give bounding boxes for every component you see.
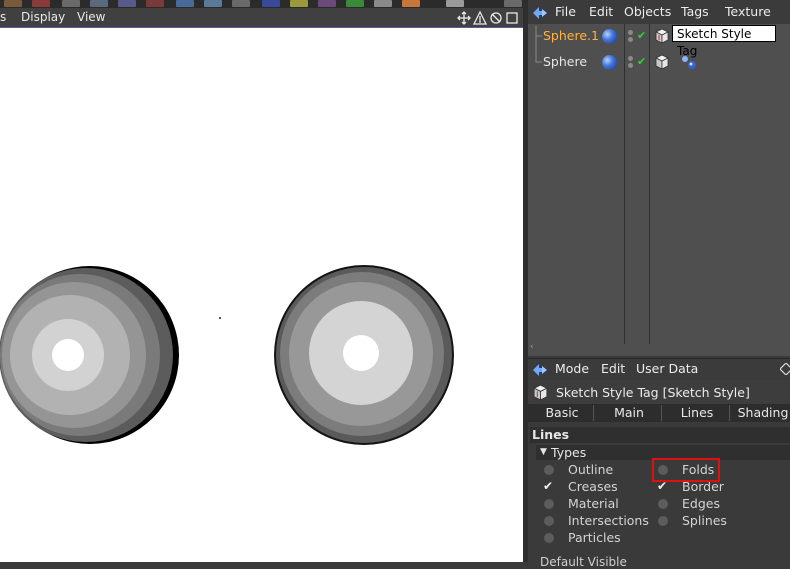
viewport-nav-icons [457, 11, 518, 25]
menu-texture[interactable]: Texture [725, 4, 771, 19]
menu-edit[interactable]: Edit [601, 361, 625, 376]
manager-arrows-icon[interactable] [533, 364, 547, 376]
tab-main[interactable]: Main [597, 405, 662, 421]
enabled-check-icon[interactable]: ✔ [637, 55, 646, 68]
toolbar-icon[interactable] [504, 0, 522, 7]
particles-radio[interactable] [544, 533, 554, 543]
main-toolbar [0, 0, 528, 8]
toolbar-icon[interactable] [446, 0, 464, 7]
tab-lines[interactable]: Lines [665, 405, 730, 421]
viewport-menu-item[interactable]: s [0, 10, 6, 24]
option-label-outline: Outline [568, 462, 614, 477]
collapse-arrow-icon[interactable]: ▼ [540, 445, 547, 460]
toolbar-icon[interactable] [176, 0, 194, 7]
object-manager-menubar: File Edit Objects Tags Texture [528, 0, 790, 25]
option-label-material: Material [568, 496, 619, 511]
rotate-icon[interactable] [490, 12, 502, 24]
tab-basic[interactable]: Basic [531, 405, 594, 421]
sketch-style-tag-icon[interactable] [654, 54, 670, 70]
tab-shading[interactable]: Shading [733, 405, 790, 421]
manager-arrows-icon[interactable] [533, 7, 547, 19]
sphere-object-icon [602, 55, 617, 70]
object-name[interactable]: Sphere.1 [543, 28, 599, 43]
viewport-menubar: s Display View [0, 8, 523, 28]
toolbar-icon[interactable] [90, 0, 108, 7]
splines-radio[interactable] [658, 516, 668, 526]
tooltip: Sketch Style Tag [672, 25, 776, 58]
maximize-icon[interactable] [506, 12, 518, 24]
sphere-left-render [0, 266, 179, 444]
object-list[interactable]: Sphere.1 ✔ Sphere ✔ ‹ [528, 24, 790, 356]
menu-edit[interactable]: Edit [589, 4, 613, 19]
toolbar-icon[interactable] [4, 0, 22, 7]
footer-partial-label: Default Visible [540, 555, 627, 569]
enabled-check-icon[interactable]: ✔ [637, 29, 646, 42]
object-name[interactable]: Sphere [543, 54, 587, 69]
attribute-title-bar: Sketch Style Tag [Sketch Style] [528, 380, 790, 404]
menu-tags[interactable]: Tags [681, 4, 709, 19]
object-row-sphere[interactable]: Sphere ✔ [528, 50, 790, 74]
menu-objects[interactable]: Objects [624, 4, 671, 19]
edges-radio[interactable] [658, 499, 668, 509]
editor-visibility-dot[interactable] [628, 56, 633, 61]
menu-mode[interactable]: Mode [555, 361, 589, 376]
option-label-splines: Splines [682, 513, 727, 528]
zoom-icon[interactable] [472, 11, 488, 25]
toolbar-icon[interactable] [318, 0, 336, 7]
menu-file[interactable]: File [555, 4, 576, 19]
render-visibility-dot[interactable] [628, 37, 633, 42]
sphere-object-icon [602, 29, 617, 44]
render-visibility-dot[interactable] [628, 63, 633, 68]
navigate-icon[interactable] [780, 363, 790, 375]
section-header-lines: Lines [530, 427, 790, 443]
option-label-edges: Edges [682, 496, 720, 511]
viewport-canvas[interactable] [0, 28, 523, 562]
toolbar-icon[interactable] [262, 0, 280, 7]
toolbar-icon[interactable] [118, 0, 136, 7]
attribute-title: Sketch Style Tag [Sketch Style] [556, 385, 750, 400]
sketch-style-tag-icon [533, 384, 548, 401]
scene-origin-dot [219, 317, 221, 319]
attribute-tabs: Basic Main Lines Shading [528, 404, 790, 422]
outline-radio[interactable] [544, 465, 554, 475]
toolbar-icon[interactable] [62, 0, 80, 7]
sphere-right-render [274, 265, 454, 445]
move-icon[interactable] [457, 11, 471, 25]
toolbar-icon[interactable] [290, 0, 308, 7]
group-title: Types [551, 445, 587, 460]
creases-check-icon[interactable]: ✔ [543, 479, 553, 493]
material-radio[interactable] [544, 499, 554, 509]
toolbar-icon[interactable] [204, 0, 222, 7]
viewport-menu-display[interactable]: Display [21, 10, 65, 24]
option-label-intersections: Intersections [568, 513, 649, 528]
scroll-left-icon[interactable]: ‹ [530, 342, 534, 352]
option-label-creases: Creases [568, 479, 618, 494]
toolbar-icon[interactable] [32, 0, 50, 7]
toolbar-icon[interactable] [402, 0, 420, 7]
intersections-radio[interactable] [544, 516, 554, 526]
editor-visibility-dot[interactable] [628, 30, 633, 35]
sketch-style-tag-icon[interactable] [654, 28, 670, 44]
menu-user-data[interactable]: User Data [636, 361, 698, 376]
toolbar-icon[interactable] [374, 0, 392, 7]
viewport-menu-view[interactable]: View [77, 10, 105, 24]
option-label-particles: Particles [568, 530, 621, 545]
toolbar-icon[interactable] [232, 0, 250, 7]
viewport-render [0, 265, 454, 445]
attribute-manager-menubar: Mode Edit User Data [528, 358, 790, 381]
toolbar-icon[interactable] [146, 0, 164, 7]
folds-highlight-box [652, 458, 720, 482]
toolbar-icon[interactable] [346, 0, 364, 7]
